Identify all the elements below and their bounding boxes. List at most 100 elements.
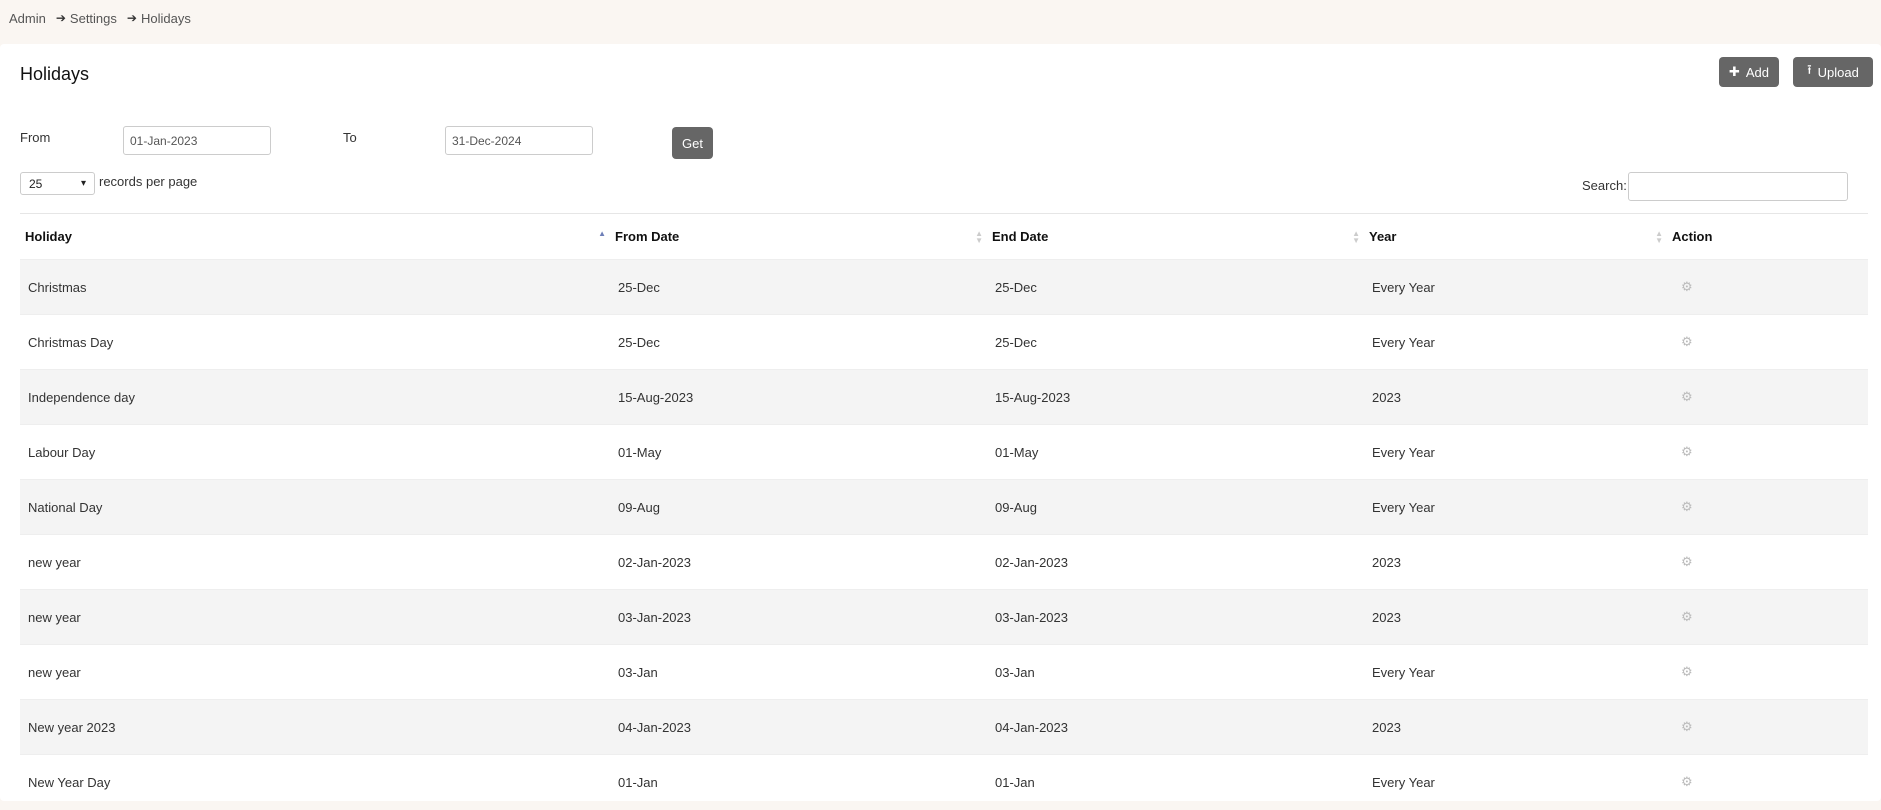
from-date-input[interactable] [123, 126, 271, 155]
gear-icon[interactable]: ⚙ [1675, 334, 1693, 350]
get-button[interactable]: Get [672, 127, 713, 159]
arrow-right-icon: ➔ [126, 11, 137, 25]
cell-end-date: 25-Dec [987, 314, 1364, 370]
cell-action: ⚙ [1667, 369, 1868, 425]
cell-year: Every Year [1364, 424, 1667, 480]
to-label: To [343, 130, 357, 145]
cell-from-date: 02-Jan-2023 [610, 534, 987, 590]
column-header-action: Action [1667, 213, 1868, 260]
table-row: New Year Day 01-Jan 01-Jan Every Year ⚙ [20, 754, 1868, 810]
cell-holiday: Christmas [20, 259, 610, 315]
column-header-label: Year [1369, 229, 1397, 244]
gear-icon[interactable]: ⚙ [1675, 444, 1693, 460]
cell-end-date: 03-Jan-2023 [987, 589, 1364, 645]
cell-holiday: new year [20, 534, 610, 590]
column-header-from-date[interactable]: From Date ▲ ▼ [610, 213, 987, 260]
sort-icon: ▲ ▼ [975, 229, 983, 245]
cell-holiday: National Day [20, 479, 610, 535]
gear-icon[interactable]: ⚙ [1675, 664, 1693, 680]
cell-end-date: 09-Aug [987, 479, 1364, 535]
table-row: new year 02-Jan-2023 02-Jan-2023 2023 ⚙ [20, 534, 1868, 590]
cell-action: ⚙ [1667, 754, 1868, 810]
table-row: Labour Day 01-May 01-May Every Year ⚙ [20, 424, 1868, 480]
add-button[interactable]: ✚ Add [1719, 57, 1779, 87]
gear-icon[interactable]: ⚙ [1675, 389, 1693, 405]
to-date-input[interactable] [445, 126, 593, 155]
table-header-row: Holiday ▲ From Date ▲ ▼ End Date ▲ ▼ Year … [20, 213, 1868, 260]
column-header-label: Holiday [25, 229, 72, 244]
cell-from-date: 01-May [610, 424, 987, 480]
records-per-page-select[interactable]: 25 ▾ [20, 172, 95, 195]
upload-button-label: Upload [1817, 64, 1859, 80]
column-header-holiday[interactable]: Holiday ▲ [20, 213, 610, 260]
cell-year: Every Year [1364, 479, 1667, 535]
cell-from-date: 25-Dec [610, 314, 987, 370]
gear-icon[interactable]: ⚙ [1675, 279, 1693, 295]
gear-icon[interactable]: ⚙ [1675, 609, 1693, 625]
table-row: Christmas 25-Dec 25-Dec Every Year ⚙ [20, 259, 1868, 315]
breadcrumb-holidays: Holidays [140, 10, 191, 26]
holidays-panel: Holidays ✚ Add ⭱ Upload From To Get 25 ▾… [0, 44, 1881, 810]
table-row: new year 03-Jan-2023 03-Jan-2023 2023 ⚙ [20, 589, 1868, 645]
column-header-end-date[interactable]: End Date ▲ ▼ [987, 213, 1364, 260]
cell-action: ⚙ [1667, 259, 1868, 315]
column-header-label: From Date [615, 229, 680, 244]
gear-icon[interactable]: ⚙ [1675, 499, 1693, 515]
cell-year: 2023 [1364, 369, 1667, 425]
gear-icon[interactable]: ⚙ [1675, 554, 1693, 570]
cell-year: Every Year [1364, 644, 1667, 700]
table-row: Christmas Day 25-Dec 25-Dec Every Year ⚙ [20, 314, 1868, 370]
cell-year: 2023 [1364, 699, 1667, 755]
table-row: new year 03-Jan 03-Jan Every Year ⚙ [20, 644, 1868, 700]
column-header-label: Action [1672, 229, 1713, 244]
search-label: Search: [1582, 178, 1627, 193]
cell-action: ⚙ [1667, 644, 1868, 700]
cell-holiday: New year 2023 [20, 699, 610, 755]
sort-icon: ▲ ▼ [1352, 229, 1360, 245]
cell-action: ⚙ [1667, 699, 1868, 755]
cell-end-date: 01-May [987, 424, 1364, 480]
cell-action: ⚙ [1667, 424, 1868, 480]
breadcrumb-settings[interactable]: Settings [70, 11, 117, 26]
records-per-page-label: records per page [99, 174, 198, 189]
cell-end-date: 04-Jan-2023 [987, 699, 1364, 755]
from-label: From [20, 130, 51, 145]
arrow-right-icon: ➔ [55, 11, 66, 25]
table-row: New year 2023 04-Jan-2023 04-Jan-2023 20… [20, 699, 1868, 755]
plus-icon: ✚ [1728, 64, 1740, 79]
cell-from-date: 03-Jan [610, 644, 987, 700]
cell-action: ⚙ [1667, 314, 1868, 370]
cell-from-date: 09-Aug [610, 479, 987, 535]
cell-year: Every Year [1364, 314, 1667, 370]
cell-end-date: 03-Jan [987, 644, 1364, 700]
add-button-label: Add [1745, 64, 1770, 80]
cell-end-date: 25-Dec [987, 259, 1364, 315]
cell-holiday: Labour Day [20, 424, 610, 480]
cell-action: ⚙ [1667, 534, 1868, 590]
page-title: Holidays [20, 64, 90, 84]
cell-from-date: 04-Jan-2023 [610, 699, 987, 755]
gear-icon[interactable]: ⚙ [1675, 774, 1693, 790]
upload-button[interactable]: ⭱ Upload [1793, 57, 1873, 87]
cell-action: ⚙ [1667, 589, 1868, 645]
gear-icon[interactable]: ⚙ [1675, 719, 1693, 735]
breadcrumb-admin[interactable]: Admin [9, 11, 46, 26]
sort-icon: ▲ ▼ [1655, 229, 1663, 245]
cell-year: Every Year [1364, 259, 1667, 315]
cell-year: 2023 [1364, 534, 1667, 590]
cell-holiday: Independence day [20, 369, 610, 425]
cell-from-date: 01-Jan [610, 754, 987, 810]
chevron-down-icon: ▾ [80, 178, 86, 189]
cell-end-date: 01-Jan [987, 754, 1364, 810]
table-body: Christmas 25-Dec 25-Dec Every Year ⚙ Chr… [20, 259, 1868, 810]
cell-from-date: 03-Jan-2023 [610, 589, 987, 645]
cell-holiday: New Year Day [20, 754, 610, 810]
per-page-value: 25 [29, 176, 43, 191]
cell-from-date: 25-Dec [610, 259, 987, 315]
cell-holiday: new year [20, 589, 610, 645]
cell-end-date: 15-Aug-2023 [987, 369, 1364, 425]
column-header-year[interactable]: Year ▲ ▼ [1364, 213, 1667, 260]
table-row: Independence day 15-Aug-2023 15-Aug-2023… [20, 369, 1868, 425]
holidays-table: Holiday ▲ From Date ▲ ▼ End Date ▲ ▼ Year … [20, 213, 1868, 810]
search-input[interactable] [1628, 172, 1848, 201]
